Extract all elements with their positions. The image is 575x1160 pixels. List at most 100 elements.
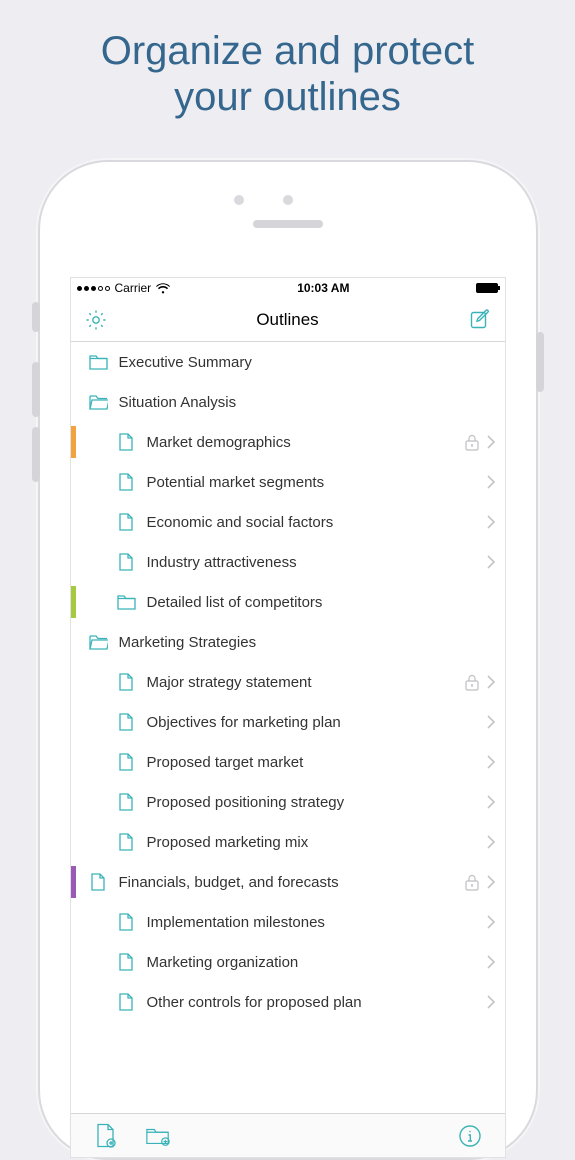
color-tag [71,426,76,458]
outline-file-row[interactable]: Proposed marketing mix [71,822,505,862]
outline-folder-row[interactable]: Situation Analysis [71,382,505,422]
chevron-right-icon [483,834,497,850]
folder-open-icon [87,391,109,413]
compose-button[interactable] [467,307,493,333]
folder-open-icon [87,631,109,653]
lock-icon [463,433,481,451]
phone-sensor [283,195,293,205]
row-label: Market demographics [147,434,463,451]
new-folder-icon [145,1125,171,1147]
chevron-right-icon [483,914,497,930]
row-label: Proposed positioning strategy [147,794,483,811]
phone-volume-down [32,427,40,482]
row-label: Major strategy statement [147,674,463,691]
row-label: Situation Analysis [119,394,497,411]
file-icon [115,951,137,973]
outline-file-row[interactable]: Economic and social factors [71,502,505,542]
file-icon [115,751,137,773]
folder-closed-icon [115,591,137,613]
chevron-right-icon [483,714,497,730]
row-label: Detailed list of competitors [147,594,497,611]
outline-file-row[interactable]: Market demographics [71,422,505,462]
outline-file-row[interactable]: Proposed target market [71,742,505,782]
outline-file-row[interactable]: Other controls for proposed plan [71,982,505,1022]
file-icon [115,711,137,733]
new-folder-button[interactable] [145,1123,171,1149]
file-icon [115,431,137,453]
outline-file-row[interactable]: Implementation milestones [71,902,505,942]
folder-closed-icon [87,351,109,373]
lock-icon [463,673,481,691]
row-label: Executive Summary [119,354,497,371]
new-file-button[interactable] [93,1123,119,1149]
outline-file-row[interactable]: Industry attractiveness [71,542,505,582]
gear-icon [84,308,108,332]
outline-file-row[interactable]: Objectives for marketing plan [71,702,505,742]
row-label: Other controls for proposed plan [147,994,483,1011]
nav-bar: Outlines [71,298,505,342]
row-label: Marketing Strategies [119,634,497,651]
row-label: Industry attractiveness [147,554,483,571]
phone-frame: Carrier 10:03 AM Outlines Executive Summ… [38,160,538,1160]
phone-screen: Carrier 10:03 AM Outlines Executive Summ… [70,277,506,1158]
file-icon [115,991,137,1013]
row-label: Proposed target market [147,754,483,771]
page-title: Outlines [109,310,467,330]
row-label: Economic and social factors [147,514,483,531]
row-label: Financials, budget, and forecasts [119,874,463,891]
status-bar: Carrier 10:03 AM [71,278,505,298]
outline-file-row[interactable]: Marketing organization [71,942,505,982]
chevron-right-icon [483,514,497,530]
chevron-right-icon [483,794,497,810]
toolbar [71,1113,505,1157]
outline-file-row[interactable]: Proposed positioning strategy [71,782,505,822]
row-label: Marketing organization [147,954,483,971]
chevron-right-icon [483,874,497,890]
promo-headline: Organize and protect your outlines [0,0,575,120]
outline-folder-row[interactable]: Marketing Strategies [71,622,505,662]
color-tag [71,866,76,898]
outline-file-row[interactable]: Major strategy statement [71,662,505,702]
new-file-icon [95,1123,117,1149]
row-label: Potential market segments [147,474,483,491]
wifi-icon [156,283,170,294]
outline-folder-row[interactable]: Detailed list of competitors [71,582,505,622]
chevron-right-icon [483,434,497,450]
color-tag [71,586,76,618]
file-icon [115,671,137,693]
outline-file-row[interactable]: Potential market segments [71,462,505,502]
file-icon [115,831,137,853]
phone-camera [234,195,244,205]
status-time: 10:03 AM [297,281,349,295]
file-icon [115,471,137,493]
row-label: Implementation milestones [147,914,483,931]
battery-icon [476,283,498,293]
outline-folder-row[interactable]: Executive Summary [71,342,505,382]
outline-list[interactable]: Executive Summary Situation Analysis Marke… [71,342,505,1113]
row-label: Proposed marketing mix [147,834,483,851]
info-button[interactable] [457,1123,483,1149]
info-icon [458,1124,482,1148]
outline-file-row[interactable]: Financials, budget, and forecasts [71,862,505,902]
chevron-right-icon [483,754,497,770]
carrier-label: Carrier [115,281,152,295]
file-icon [87,871,109,893]
row-label: Objectives for marketing plan [147,714,483,731]
file-icon [115,551,137,573]
file-icon [115,911,137,933]
phone-speaker [253,220,323,228]
file-icon [115,791,137,813]
phone-power-button [536,332,544,392]
lock-icon [463,873,481,891]
file-icon [115,511,137,533]
chevron-right-icon [483,994,497,1010]
signal-strength-icon [77,286,110,291]
chevron-right-icon [483,674,497,690]
phone-volume-up [32,362,40,417]
chevron-right-icon [483,474,497,490]
settings-button[interactable] [83,307,109,333]
chevron-right-icon [483,554,497,570]
compose-icon [468,308,492,332]
phone-mute-switch [32,302,40,332]
chevron-right-icon [483,954,497,970]
